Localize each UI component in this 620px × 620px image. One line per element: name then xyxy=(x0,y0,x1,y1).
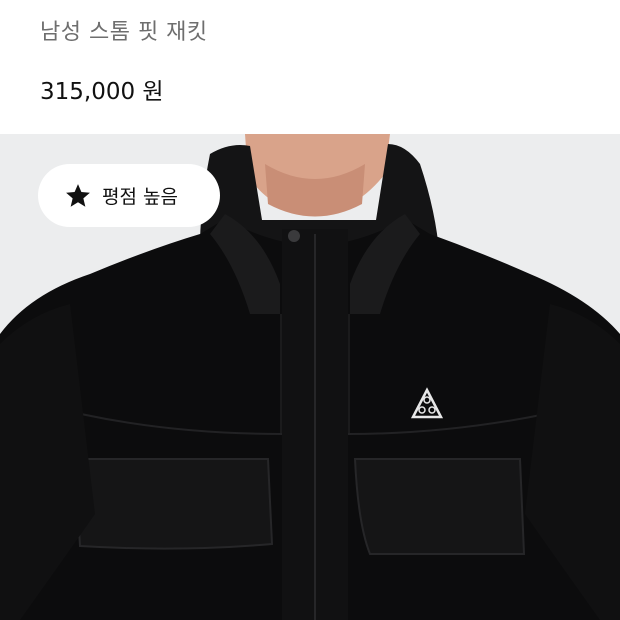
product-header: 남성 스톰 핏 재킷 315,000 원 xyxy=(0,0,620,134)
star-icon xyxy=(66,183,90,207)
right-chest-pocket xyxy=(353,458,526,555)
snap-button xyxy=(288,230,300,242)
rating-badge: 평점 높음 xyxy=(38,164,220,227)
product-price: 315,000 원 xyxy=(40,79,164,105)
product-title: 남성 스톰 핏 재킷 xyxy=(40,20,208,45)
badge-label: 평점 높음 xyxy=(102,186,178,208)
left-chest-pocket xyxy=(73,458,274,550)
